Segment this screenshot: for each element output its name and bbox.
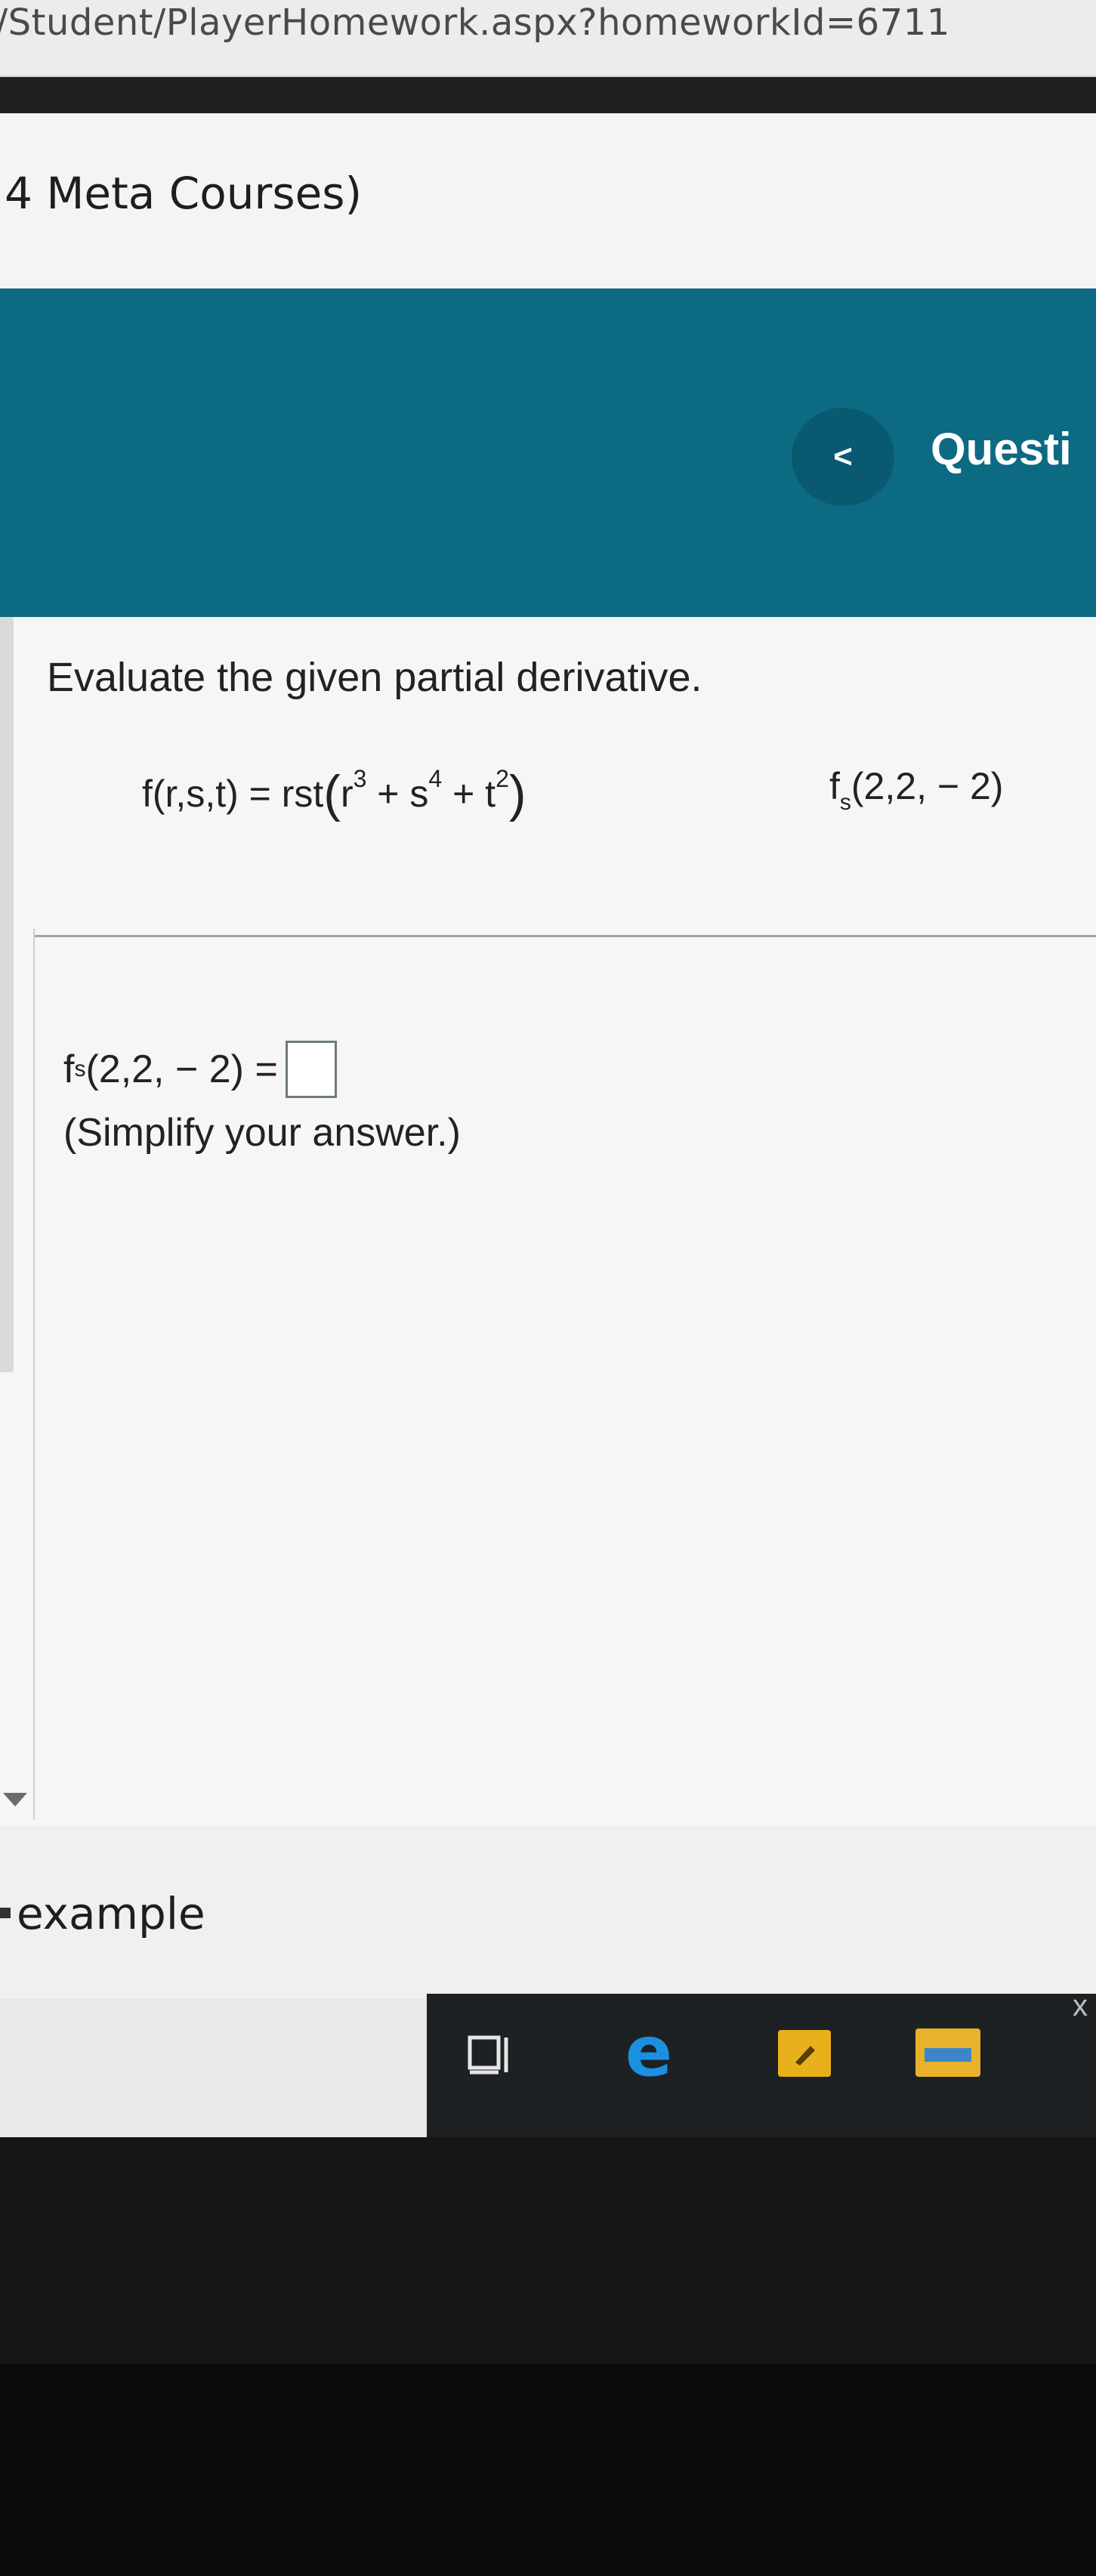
bullet-marker [0,1908,11,1918]
target-f: f [829,765,840,807]
close-icon[interactable]: x [1057,1983,1096,2028]
previous-question-button[interactable]: < [792,408,894,506]
address-bar[interactable]: /Student/PlayerHomework.aspx?homeworkId=… [0,0,1096,77]
question-divider [35,935,1096,937]
file-explorer-icon[interactable] [915,2028,980,2077]
expand-arrow-icon[interactable] [3,1793,27,1806]
term-t: t [485,773,496,815]
task-view-icon[interactable] [467,2030,515,2078]
answer-input[interactable] [285,1041,337,1098]
term-s: s [409,773,429,815]
term-t-exponent: 2 [496,765,509,792]
chevron-left-icon: < [833,438,853,475]
open-paren: ( [323,765,341,822]
function-definition: f(r,s,t) = rst(r3 + s4 + t2) [142,764,526,823]
close-paren: ) [508,765,526,822]
answer-line: f s (2,2, − 2) = [63,1041,337,1098]
target-subscript: s [839,790,851,815]
view-example-link[interactable]: example [17,1888,205,1939]
answer-f: f [63,1047,75,1091]
page-bottom-strip [0,1999,427,2150]
left-scroll-bar[interactable] [0,617,14,1372]
windows-taskbar [427,1994,1096,2130]
edge-browser-icon[interactable]: e [618,2017,680,2087]
monitor-bezel-lower [0,2364,1096,2576]
term-s-exponent: 4 [428,765,443,792]
question-label: Questi [931,424,1072,474]
target-args: (2,2, − 2) [851,765,1004,807]
plus-sign-1: + [366,773,410,815]
term-r-exponent: 3 [353,765,367,792]
answer-args: (2,2, − 2) = [85,1047,278,1091]
partial-derivative-target: fs(2,2, − 2) [829,764,1004,814]
function-lhs: f(r,s,t) = rst [142,773,324,815]
sticky-notes-icon[interactable] [778,2030,831,2077]
screen: /Student/PlayerHomework.aspx?homeworkId=… [0,0,1096,2576]
url-text: /Student/PlayerHomework.aspx?homeworkId=… [0,2,950,44]
question-instruction: Evaluate the given partial derivative. [47,655,702,700]
left-guide-line [33,929,35,1820]
plus-sign-2: + [442,773,486,815]
answer-hint: (Simplify your answer.) [63,1111,461,1155]
course-title: 4 Meta Courses) [5,168,363,219]
term-r: r [340,773,353,815]
